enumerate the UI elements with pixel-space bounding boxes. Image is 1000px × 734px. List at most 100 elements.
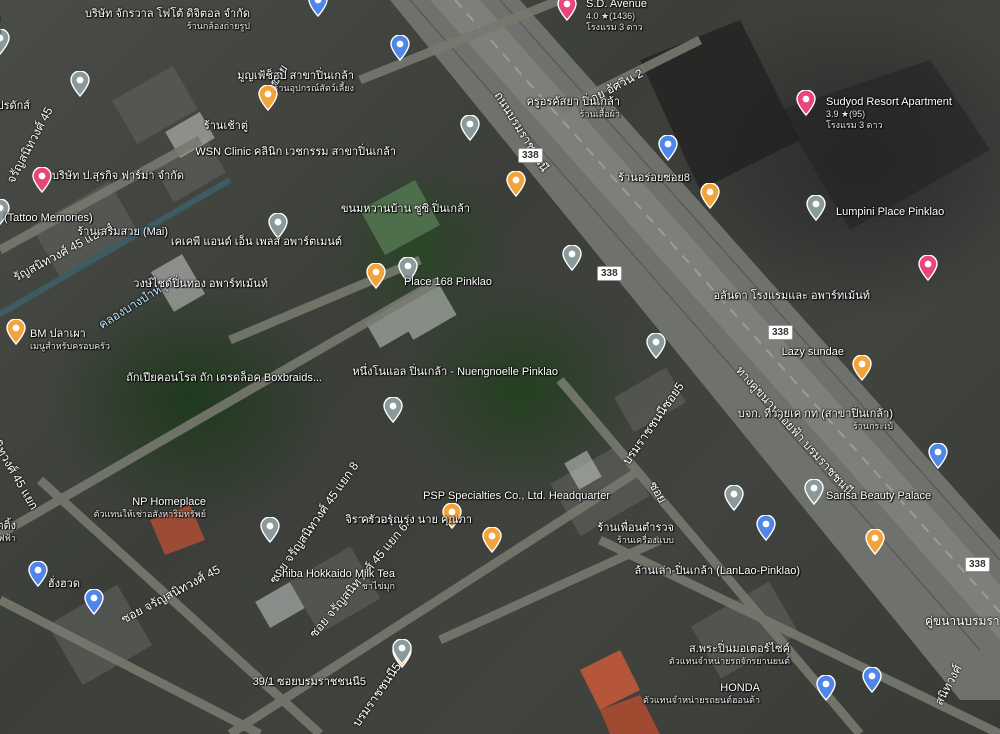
- place-name: บริษัท ป.สุรกิจ ฟาร์ม่า จำกัด: [52, 170, 185, 182]
- place-icon[interactable]: [562, 245, 582, 271]
- shopping-icon[interactable]: [658, 135, 678, 161]
- place-name: ถักเปียคอนโรล ถัก เดรดล็อค Boxbraids...: [126, 372, 322, 384]
- restaurant-icon[interactable]: [506, 171, 526, 197]
- place-7-label[interactable]: ขนมหวานบ้าน ซูซิ ปิ่นเกล้า: [341, 203, 470, 216]
- place-19-label[interactable]: บจก. ทีวายเค กท (สาขาปิ่นเกล้า) ร้านกระเป…: [738, 408, 893, 432]
- place-16-label[interactable]: Lazy sundae: [782, 346, 844, 359]
- shopping-icon[interactable]: [308, 0, 328, 17]
- place-name: WSN Clinic คลินิก เวชกรรม สาขาปิ่นเกล้า: [195, 146, 396, 158]
- place-name: ฮั่งฮวด: [47, 578, 80, 590]
- place-name: บริษัท จักรวาล โฟโต้ ดิจิตอล จำกัด: [85, 8, 250, 20]
- place-icon[interactable]: [260, 517, 280, 543]
- place-subtitle: 3.9 ★(95): [826, 109, 866, 119]
- hotel-icon[interactable]: [557, 0, 577, 21]
- place-name: ร้านเสริมสวย (Mai): [77, 226, 168, 238]
- place-name: อลันดา โรงแรมและ อพาร์ทเม้นท์: [713, 290, 870, 302]
- place-13-label[interactable]: อลันดา โรงแรมและ อพาร์ทเม้นท์: [714, 290, 870, 303]
- bar-icon[interactable]: [865, 529, 885, 555]
- satellite-map[interactable]: ถนนบรมราชชนนี ทางคู่ขนานลอยฟ้า บรมราชชนน…: [0, 0, 1000, 734]
- place-17-label[interactable]: หนึ่งโนแอล ปิ่นเกล้า - Nuengnoelle Pinkl…: [352, 366, 558, 379]
- shopping-icon[interactable]: [32, 167, 52, 193]
- place-category: โรงแรม 3 ดาว: [586, 22, 643, 32]
- restaurant-icon[interactable]: [6, 319, 26, 345]
- shopping-icon[interactable]: [928, 443, 948, 469]
- place-icon[interactable]: [804, 479, 824, 505]
- place-2-label[interactable]: บริษัท จักรวาล โฟโต้ ดิจิตอล จำกัด ร้านกล…: [85, 8, 250, 32]
- place-name: เคเคพี แอนด์ เอ็น เพลส อพาร์ตเมนต์: [170, 236, 342, 248]
- place-icon[interactable]: [70, 71, 90, 97]
- place-name: ครูอรคัสยา ปิ่นเกล้า: [526, 96, 620, 108]
- place-icon[interactable]: [0, 29, 10, 55]
- place-11-label[interactable]: เคเคพี แอนด์ เอ็น เพลส อพาร์ตเมนต์: [171, 236, 342, 249]
- hotel-icon[interactable]: [796, 90, 816, 116]
- place-22-label[interactable]: Sarisa Beauty Palace: [826, 490, 931, 503]
- place-name: Sarisa Beauty Palace: [826, 490, 932, 502]
- place-6-label[interactable]: WSN Clinic คลินิก เวชกรรม สาขาปิ่นเกล้า: [195, 146, 396, 159]
- place-29-label[interactable]: Shiba Hokkaido Milk Tea ชาไข่มุก: [275, 568, 395, 592]
- place-name: ร้านเพื่อนตำรวจ: [597, 522, 674, 534]
- place-subtitle: ชาไข่มุก: [361, 581, 395, 591]
- place-27-label[interactable]: ห้างหุ้นส่วนจำกัด เค.บี.มาร์เก็ตติ้งร้าน…: [0, 520, 16, 544]
- place-14-label[interactable]: วงษ์ไชด์ปิ่นทอง อพาร์ทเม้นท์: [133, 278, 268, 291]
- restaurant-icon[interactable]: [366, 263, 386, 289]
- place-20-label[interactable]: NP Homeplace ตัวแทนให้เช่าอสังหาริมทรัพย์: [94, 496, 206, 520]
- place-subtitle: ร้านเครื่องแบบ: [617, 535, 674, 545]
- route-shield: 338: [768, 325, 793, 340]
- restaurant-icon[interactable]: [700, 183, 720, 209]
- place-icon[interactable]: [392, 639, 412, 665]
- place-10-label[interactable]: ร้านเสริมสวย (Mai): [77, 226, 168, 239]
- place-15-label[interactable]: BM ปลาเผา เมนูสำหรับครอบครัว: [30, 328, 110, 352]
- place-name: Shiba Hokkaido Milk Tea: [274, 568, 395, 580]
- place-name: บจก. ทีวายเค กท (สาขาปิ่นเกล้า): [737, 408, 893, 420]
- place-18-label[interactable]: ถักเปียคอนโรล ถัก เดรดล็อค Boxbraids...: [126, 372, 322, 385]
- restaurant-icon[interactable]: [852, 355, 872, 381]
- place-icon[interactable]: [460, 115, 480, 141]
- shopping-icon[interactable]: [390, 35, 410, 61]
- place-21-label[interactable]: PSP Specialties Co., Ltd. Headquarter: [423, 490, 610, 503]
- place-28-label[interactable]: ฮั่งฮวด: [48, 578, 80, 591]
- place-name: บริษัท ไซ-เอ็น เดีย เพรส โปรดักส์: [0, 100, 30, 112]
- place-name: NP Homeplace: [132, 496, 206, 508]
- shopping-icon[interactable]: [862, 667, 882, 693]
- place-subtitle: ตัวแทนจำหน่ายรถจักรยานยนต์: [668, 656, 790, 666]
- place-24-label[interactable]: ครัวอรุณรุ่ง นาย คุณภา: [361, 514, 472, 527]
- place-subtitle: ร้านกระเป๋: [853, 421, 893, 431]
- shopping-icon[interactable]: [28, 561, 48, 587]
- route-shield: 338: [965, 557, 990, 572]
- hotel-icon[interactable]: [918, 255, 938, 281]
- place-33-label[interactable]: บริษัท ป.สุรกิจ ฟาร์ม่า จำกัด: [52, 170, 184, 183]
- place-name: มูญเฟ้ช็อป สาขาปิ่นเกล้า: [237, 70, 354, 82]
- shopping-icon[interactable]: [816, 675, 836, 701]
- place-9-label[interactable]: Lumpini Place Pinklao: [836, 206, 944, 219]
- place-8-label[interactable]: ร้านอร่อยซอย8: [618, 172, 690, 185]
- restaurant-icon[interactable]: [258, 85, 278, 111]
- place-32-label[interactable]: HONDA ตัวแทนจำหน่ายรถยนต์ฮอนด้า: [643, 682, 760, 706]
- place-4-label[interactable]: ครูอรคัสยา ปิ่นเกล้า ร้านเสื้อผ้า: [527, 96, 620, 120]
- place-31-label[interactable]: ส.พระปิ่นมอเตอร์ไซค์ ตัวแทนจำหน่ายรถจักรย…: [669, 643, 790, 667]
- place-36-label[interactable]: (Tattoo Memories): [4, 212, 93, 225]
- place-3-label[interactable]: มูญเฟ้ช็อป สาขาปิ่นเกล้า ร้านอุปกรณ์สัตว์…: [237, 70, 354, 94]
- place-icon[interactable]: [646, 333, 666, 359]
- place-0-label[interactable]: S.D. Avenue 4.0 ★(1436) โรงแรม 3 ดาว: [586, 0, 647, 33]
- place-icon[interactable]: [724, 485, 744, 511]
- place-name: วงษ์ไชด์ปิ่นทอง อพาร์ทเม้นท์: [133, 278, 268, 290]
- place-icon[interactable]: [383, 397, 403, 423]
- restaurant-icon[interactable]: [482, 527, 502, 553]
- place-category: โรงแรม 3 ดาว: [826, 120, 883, 130]
- place-25-label[interactable]: ร้านเพื่อนตำรวจ ร้านเครื่องแบบ: [597, 522, 674, 546]
- shopping-icon[interactable]: [756, 515, 776, 541]
- place-name: S.D. Avenue: [586, 0, 647, 10]
- place-icon[interactable]: [806, 195, 826, 221]
- place-34-label[interactable]: บริษัท ไซ-เอ็น เดีย เพรส โปรดักส์: [0, 100, 30, 113]
- place-subtitle: ร้านอุปกรณ์สัตว์เลี้ยง: [273, 83, 354, 93]
- place-1-label[interactable]: Sudyod Resort Apartment 3.9 ★(95) โรงแรม 3…: [826, 96, 952, 131]
- place-name: ขนมหวานบ้าน ซูซิ ปิ่นเกล้า: [341, 203, 470, 215]
- place-name: PSP Specialties Co., Ltd. Headquarter: [423, 490, 610, 502]
- place-5-label[interactable]: ร้านเช้าตู่: [204, 120, 248, 133]
- place-name: ร้านอร่อยซอย8: [618, 172, 690, 184]
- place-26-label[interactable]: ล้านเล่า-ปิ่นเกล้า (LanLao-Pinklao): [635, 565, 800, 578]
- place-30-label[interactable]: 39/1 ซอยบรมราชชนนี5: [253, 676, 366, 689]
- shopping-icon[interactable]: [84, 589, 104, 615]
- place-name: Lumpini Place Pinklao: [836, 206, 945, 218]
- place-12-label[interactable]: Place 168 Pinklao: [404, 276, 492, 289]
